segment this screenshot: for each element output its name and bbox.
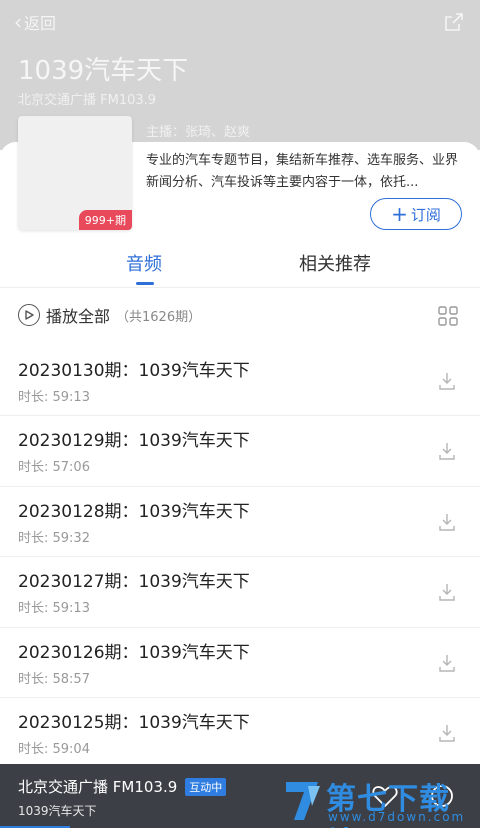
watermark: 第七下载站 www.d7down.com — [282, 772, 472, 828]
download-icon[interactable] — [437, 582, 457, 602]
album-subtitle: 北京交通广播 FM103.9 — [18, 93, 157, 108]
player-program: 1039汽车天下 — [18, 804, 97, 818]
play-circle-icon — [18, 304, 40, 326]
play-all-label: 播放全部 — [46, 307, 111, 326]
watermark-url: www.d7down.com — [328, 810, 466, 824]
episode-item[interactable]: 20230128期：1039汽车天下 时长: 59:32 — [0, 487, 480, 558]
download-icon[interactable] — [437, 723, 457, 743]
live-badge: 互动中 — [185, 777, 227, 796]
album-title: 1039汽车天下 — [18, 56, 189, 86]
grid-icon[interactable] — [438, 306, 458, 326]
episode-title: 20230126期：1039汽车天下 — [18, 642, 250, 663]
download-icon[interactable] — [437, 371, 457, 391]
episode-item[interactable]: 20230130期：1039汽车天下 时长: 59:13 — [0, 346, 480, 417]
chevron-left-icon: ‹ — [14, 10, 22, 34]
episode-title: 20230127期：1039汽车天下 — [18, 572, 250, 593]
episode-duration: 时长: 59:32 — [18, 530, 90, 546]
episode-count-badge: 999+期 — [78, 210, 132, 230]
episode-item[interactable]: 20230129期：1039汽车天下 时长: 57:06 — [0, 416, 480, 487]
episode-item[interactable]: 20230126期：1039汽车天下 时长: 58:57 — [0, 628, 480, 698]
tab-active-indicator — [136, 282, 154, 285]
episode-title: 20230129期：1039汽车天下 — [18, 431, 250, 452]
plus-icon: + — [391, 202, 408, 226]
album-description: 专业的汽车专题节目，集结新车推荐、选车服务、业界新闻分析、汽车投诉等主要内容于一… — [146, 153, 459, 190]
tab-audio[interactable]: 音频 — [126, 250, 162, 276]
episode-duration: 时长: 58:57 — [18, 671, 90, 687]
subscribe-button[interactable]: + 订阅 — [370, 198, 462, 230]
episode-title: 20230128期：1039汽车天下 — [18, 501, 250, 522]
episode-duration: 时长: 59:13 — [18, 601, 90, 617]
back-button[interactable]: ‹ 返回 — [14, 10, 56, 34]
episode-item[interactable]: 20230125期：1039汽车天下 时长: 59:04 — [0, 698, 480, 769]
play-all-button[interactable]: 播放全部 （共1626期） — [18, 303, 201, 327]
download-icon[interactable] — [437, 441, 457, 461]
watermark-logo-icon — [286, 782, 320, 820]
tab-bar: 音频 相关推荐 — [0, 240, 480, 286]
episode-duration: 时长: 57:06 — [18, 460, 90, 476]
download-icon[interactable] — [437, 653, 457, 673]
player-station: 北京交通广播 FM103.9 互动中 — [18, 776, 227, 797]
divider — [0, 287, 480, 288]
episode-total: （共1626期） — [116, 309, 202, 325]
episode-list: 20230130期：1039汽车天下 时长: 59:13 20230129期：1… — [0, 346, 480, 769]
episode-title: 20230125期：1039汽车天下 — [18, 712, 250, 733]
share-icon[interactable] — [444, 12, 464, 32]
tab-related[interactable]: 相关推荐 — [299, 250, 371, 276]
episode-item[interactable]: 20230127期：1039汽车天下 时长: 59:13 — [0, 557, 480, 628]
episode-duration: 时长: 59:04 — [18, 741, 90, 757]
back-label: 返回 — [24, 14, 57, 33]
episode-title: 20230130期：1039汽车天下 — [18, 361, 250, 381]
album-cover: 999+期 — [18, 116, 132, 230]
subscribe-label: 订阅 — [410, 205, 441, 224]
player-station-name: 北京交通广播 FM103.9 — [18, 778, 178, 796]
download-icon[interactable] — [437, 512, 457, 532]
episode-duration: 时长: 59:13 — [18, 390, 90, 405]
album-host: 主播：张琦、赵爽 — [146, 125, 251, 140]
